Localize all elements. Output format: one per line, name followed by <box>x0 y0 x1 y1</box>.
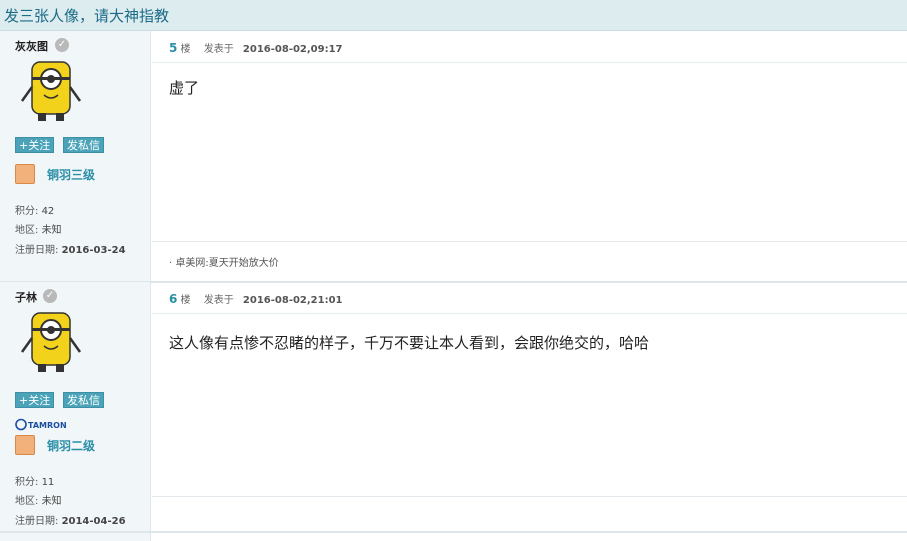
floor-unit: 楼 <box>180 295 191 306</box>
region-stat: 地区: 未知 <box>15 492 62 507</box>
post-content: 这人像有点惨不忍睹的样子，千万不要让本人看到，会跟你绝交的，哈哈 <box>169 334 650 352</box>
author-name[interactable]: 灰灰图 <box>15 38 48 54</box>
post-floor-6: 子林 ✓ +关注 发私信 TAMRON 铜羽二级 积分: 11 地区: 未知 注… <box>0 282 907 541</box>
tamron-logo-text: TAMRON <box>28 421 67 430</box>
registration-stat: 注册日期: 2014-04-26 <box>15 512 126 527</box>
private-message-button[interactable]: 发私信 <box>63 392 104 408</box>
thread-header: 发三张人像，请大神指教 <box>0 0 907 31</box>
verified-check-icon: ✓ <box>55 38 69 52</box>
points-value: 42 <box>41 206 55 217</box>
follow-button[interactable]: +关注 <box>15 137 55 153</box>
region-stat: 地区: 未知 <box>15 221 62 236</box>
region-value: 未知 <box>41 496 62 507</box>
signature-divider <box>152 241 907 242</box>
floor-number[interactable]: 5 <box>169 41 177 55</box>
signature-divider <box>152 496 907 497</box>
user-level[interactable]: 铜羽二级 <box>47 437 95 454</box>
author-sidebar: 灰灰图 ✓ +关注 发私信 铜羽三级 积分: 42 地区: 未知 注册日期: 2… <box>0 31 151 281</box>
registration-label: 注册日期: <box>15 516 59 527</box>
registration-stat: 注册日期: 2016-03-24 <box>15 241 126 256</box>
registration-date: 2016-03-24 <box>61 245 126 256</box>
floor-unit: 楼 <box>180 44 191 55</box>
thread-title[interactable]: 发三张人像，请大神指教 <box>4 5 169 26</box>
avatar[interactable] <box>16 308 86 378</box>
posted-label: 发表于 <box>203 44 234 55</box>
author-sidebar: 子林 ✓ +关注 发私信 TAMRON 铜羽二级 积分: 11 地区: 未知 注… <box>0 282 151 541</box>
region-label: 地区: <box>15 496 39 507</box>
region-label: 地区: <box>15 225 39 236</box>
post-separator <box>0 531 907 533</box>
post-content: 虚了 <box>169 79 200 97</box>
points-value: 11 <box>41 477 55 488</box>
floor-number[interactable]: 6 <box>169 292 177 306</box>
meta-divider <box>152 62 907 63</box>
feather-level-icon <box>15 164 35 184</box>
meta-divider <box>152 313 907 314</box>
registration-label: 注册日期: <box>15 245 59 256</box>
registration-date: 2014-04-26 <box>61 516 126 527</box>
points-stat: 积分: 11 <box>15 473 54 488</box>
feather-level-icon <box>15 435 35 455</box>
post-time: 2016-08-02,09:17 <box>242 44 343 55</box>
avatar[interactable] <box>16 57 86 127</box>
post-meta: 6 楼 发表于 2016-08-02,21:01 <box>169 291 343 306</box>
post-meta: 5 楼 发表于 2016-08-02,09:17 <box>169 40 343 55</box>
follow-button[interactable]: +关注 <box>15 392 55 408</box>
user-level[interactable]: 铜羽三级 <box>47 166 95 183</box>
verified-check-icon: ✓ <box>43 289 57 303</box>
author-name[interactable]: 子林 <box>15 289 37 305</box>
private-message-button[interactable]: 发私信 <box>63 137 104 153</box>
region-value: 未知 <box>41 225 62 236</box>
tamron-logo-icon: TAMRON <box>15 418 67 431</box>
points-label: 积分: <box>15 206 39 217</box>
signature-link[interactable]: · 卓美网:夏天开始放大价 <box>169 254 279 269</box>
post-time: 2016-08-02,21:01 <box>242 295 343 306</box>
posted-label: 发表于 <box>203 295 234 306</box>
points-stat: 积分: 42 <box>15 202 54 217</box>
post-floor-5: 灰灰图 ✓ +关注 发私信 铜羽三级 积分: 42 地区: 未知 注册日期: 2… <box>0 31 907 281</box>
points-label: 积分: <box>15 477 39 488</box>
